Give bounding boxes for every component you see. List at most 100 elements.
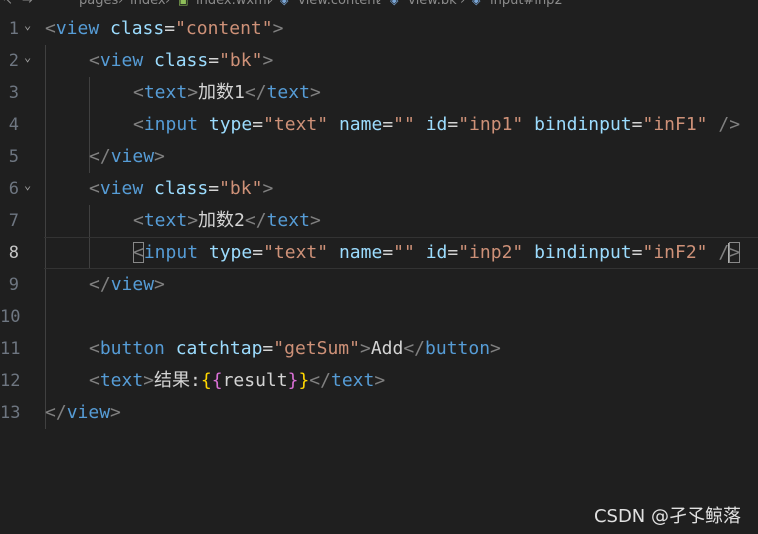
code-token: > (262, 50, 274, 71)
code-text: <text>加数2</text> (133, 205, 321, 237)
code-line[interactable]: 13 </view> (0, 397, 758, 429)
code-token: < (133, 210, 144, 231)
code-line[interactable]: 11 <button catchtap="getSum">Add</button> (0, 333, 758, 365)
line-number: 4 (8, 115, 19, 135)
element-icon: ◈ (472, 0, 481, 7)
nav-forward-icon[interactable]: → (22, 0, 33, 9)
code-token: name (338, 242, 383, 263)
line-number: 10 (0, 307, 21, 327)
code-token: < (133, 114, 144, 135)
breadcrumb-item-input[interactable]: input#inp2 (490, 0, 563, 9)
code-token: > (154, 274, 165, 295)
code-token: result (222, 370, 288, 391)
file-icon: ▣ (178, 0, 189, 7)
code-token: < (89, 370, 100, 391)
code-token: = (447, 242, 459, 263)
code-token: </ (89, 146, 111, 167)
code-token: = (252, 242, 264, 263)
code-text: </view> (89, 269, 165, 301)
fold-chevron-icon[interactable]: ⌄ (24, 9, 31, 41)
line-number: 2 (8, 51, 19, 71)
code-token: { (211, 370, 223, 391)
code-token: = (208, 50, 220, 71)
line-number: 12 (0, 371, 21, 391)
code-token: text (266, 82, 310, 103)
breadcrumb-item-pages[interactable]: pages (79, 0, 118, 9)
code-token: type (208, 242, 253, 263)
code-token: "bk" (219, 178, 263, 199)
breadcrumb-separator-icon: › (118, 0, 124, 8)
breadcrumb-item-index[interactable]: index (130, 0, 166, 9)
breadcrumb-separator-icon: › (376, 0, 382, 8)
element-icon: ◈ (280, 0, 289, 7)
fold-chevron-icon[interactable]: ⌄ (24, 41, 31, 73)
code-line[interactable]: 10 (0, 301, 758, 333)
code-token: < (133, 242, 144, 263)
code-token: view (66, 402, 111, 423)
code-line[interactable]: 5 </view> (0, 141, 758, 173)
code-token: = (382, 114, 394, 135)
code-line[interactable]: 2 ⌄ <view class="bk"> (0, 45, 758, 77)
code-token: 加数1 (198, 82, 245, 103)
code-token: > (143, 370, 155, 391)
code-token: > (374, 370, 386, 391)
code-text: </view> (45, 397, 121, 429)
code-token: button (99, 338, 165, 359)
breadcrumb-separator-icon: › (165, 0, 171, 8)
code-line[interactable]: 8 <input type="text" name="" id="inp2" bi… (0, 237, 758, 269)
code-token: type (208, 114, 253, 135)
breadcrumb-item-file[interactable]: index.wxml (196, 0, 270, 9)
code-line[interactable]: 3 <text>加数1</text> (0, 77, 758, 109)
line-number: 8 (8, 243, 19, 263)
code-token: = (252, 114, 264, 135)
fold-chevron-icon[interactable]: ⌄ (24, 169, 31, 201)
code-token: } (287, 370, 299, 391)
code-token: id (425, 114, 448, 135)
line-number: 7 (8, 211, 19, 231)
code-token: "" (393, 242, 415, 263)
code-editor[interactable]: 1 ⌄ <view class="content"> 2 ⌄ <view class="b… (0, 13, 758, 429)
code-token: > (272, 18, 284, 39)
code-token: view (110, 146, 155, 167)
code-token: 结果: (154, 370, 201, 391)
line-number: 11 (0, 339, 21, 359)
code-token: > (110, 402, 121, 423)
code-token: text (266, 210, 310, 231)
code-line[interactable]: 9 </view> (0, 269, 758, 301)
code-token: view (99, 178, 144, 199)
code-token: id (425, 242, 448, 263)
code-token: > (490, 338, 501, 359)
code-text: <input type="text" name="" id="inp2" bin… (133, 237, 741, 269)
breadcrumb-item-view-content[interactable]: view.content (298, 0, 381, 9)
line-number: 1 (8, 19, 19, 39)
line-number: 5 (8, 147, 19, 167)
code-token: < (89, 338, 100, 359)
code-token: </ (244, 82, 267, 103)
code-line[interactable]: 1 ⌄ <view class="content"> (0, 13, 758, 45)
code-line[interactable]: 7 <text>加数2</text> (0, 205, 758, 237)
code-token: "inF2" (642, 242, 708, 263)
code-line[interactable]: 6 ⌄ <view class="bk"> (0, 173, 758, 205)
code-token: text (143, 210, 188, 231)
code-line[interactable]: 12 <text>结果:{{result}}</text> (0, 365, 758, 397)
code-line[interactable]: 4 <input type="text" name="" id="inp1" bi… (0, 109, 758, 141)
code-token: text (143, 82, 188, 103)
code-token: { (200, 370, 212, 391)
breadcrumb-separator-icon: › (268, 0, 274, 8)
watermark: CSDN @孑孓鲸落 (593, 506, 741, 527)
line-number: 9 (8, 275, 19, 295)
element-icon: ◈ (390, 0, 399, 7)
nav-back-icon[interactable]: ↖ (2, 0, 13, 9)
breadcrumb-item-view-bk[interactable]: view.bk (408, 0, 457, 9)
code-token: > (359, 338, 371, 359)
code-token: bindinput (534, 114, 632, 135)
line-number: 3 (8, 83, 19, 103)
